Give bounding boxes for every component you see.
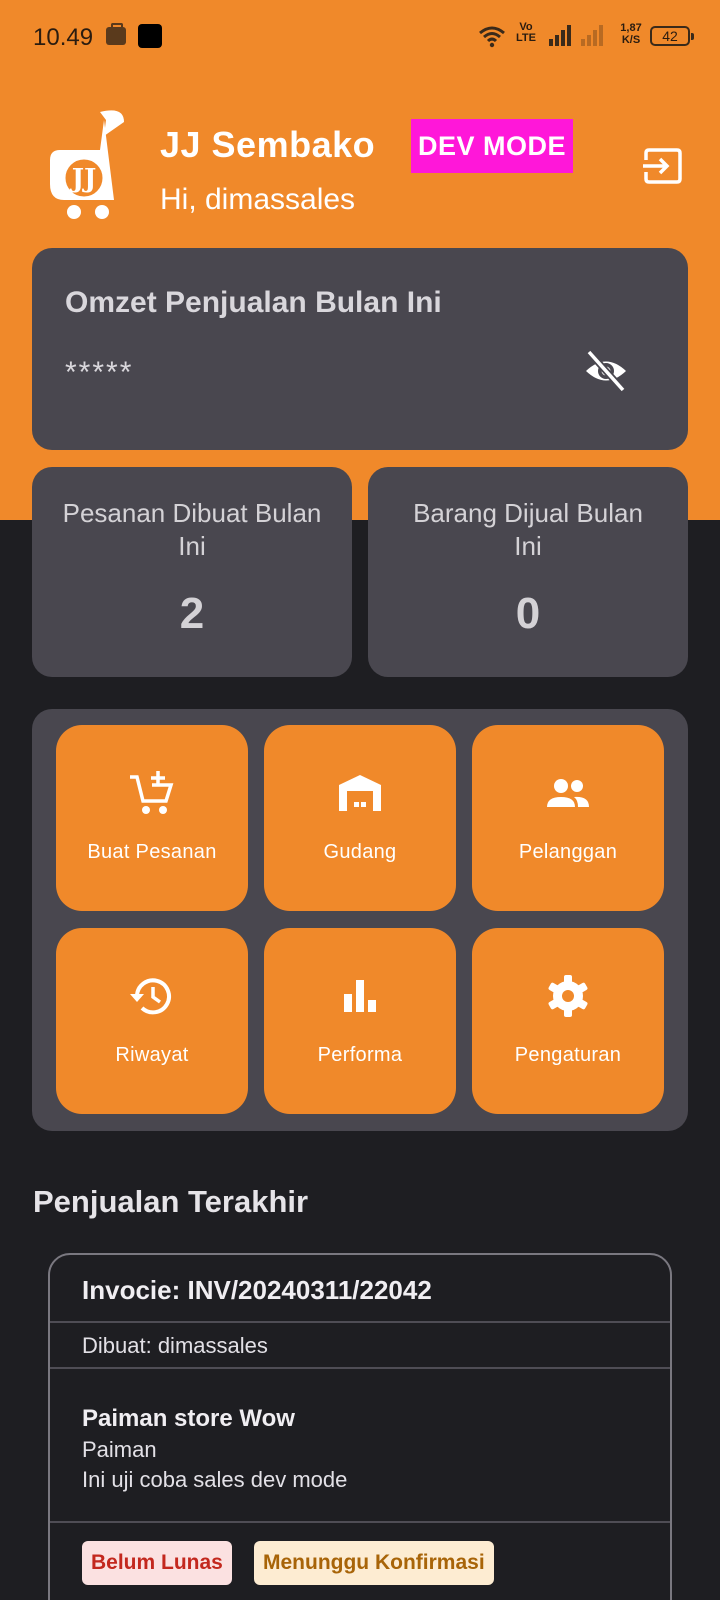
- menu-label: Pengaturan: [514, 1044, 622, 1066]
- dev-mode-badge: DEV MODE: [411, 119, 573, 173]
- menu-customers-button[interactable]: Pelanggan: [472, 725, 664, 911]
- stat-card-orders: Pesanan Dibuat Bulan Ini 2: [32, 467, 352, 677]
- invoice-number: Invocie: INV/20240311/22042: [82, 1275, 432, 1305]
- app-title: JJ Sembako: [160, 124, 376, 165]
- menu-history-button[interactable]: Riwayat: [56, 928, 248, 1114]
- customer-owner-name: Paiman: [82, 1437, 157, 1462]
- greeting-text: Hi, dimassales: [160, 183, 356, 216]
- status-time: 10.49: [33, 24, 94, 51]
- signal-icon-secondary: [581, 25, 603, 46]
- stat-card-items-sold: Barang Dijual Bulan Ini 0: [368, 467, 688, 677]
- customer-store-name: Paiman store Wow: [82, 1405, 295, 1432]
- menu-panel: Buat Pesanan Gudang Pelanggan Riwayat Pe…: [32, 709, 688, 1131]
- briefcase-icon: [106, 23, 126, 45]
- menu-label: Buat Pesanan: [87, 841, 217, 863]
- wifi-icon: [479, 26, 505, 48]
- menu-label: Gudang: [323, 841, 397, 863]
- signal-icon: [549, 25, 571, 46]
- battery-indicator: 42: [650, 26, 694, 46]
- menu-settings-button[interactable]: Pengaturan: [472, 928, 664, 1114]
- add-cart-icon: [130, 771, 174, 814]
- stat-value: 0: [515, 589, 541, 638]
- stat-label: Barang Dijual Bulan Ini: [413, 498, 643, 561]
- svg-text:JJ: JJ: [70, 164, 97, 194]
- menu-label: Riwayat: [115, 1044, 189, 1066]
- invoice-created-by: Dibuat: dimassales: [82, 1333, 268, 1358]
- warehouse-icon: [339, 775, 381, 811]
- status-bar: 10.49 Vo LTE 1,87 K/S 42: [0, 0, 720, 72]
- menu-performance-button[interactable]: Performa: [264, 928, 456, 1114]
- payment-status-badge: Belum Lunas: [82, 1541, 232, 1585]
- bar-chart-icon: [344, 980, 376, 1012]
- history-icon: [130, 978, 171, 1015]
- network-speed: 1,87 K/S: [620, 22, 642, 46]
- gear-icon: [548, 975, 588, 1017]
- logout-icon[interactable]: [643, 146, 683, 186]
- invoice-note: Ini uji coba sales dev mode: [82, 1467, 348, 1492]
- omzet-title: Omzet Penjualan Bulan Ini: [65, 286, 442, 319]
- app-notification-icon: [138, 24, 162, 48]
- menu-create-order-button[interactable]: Buat Pesanan: [56, 725, 248, 911]
- recent-sales-title: Penjualan Terakhir: [33, 1184, 309, 1219]
- menu-warehouse-button[interactable]: Gudang: [264, 725, 456, 911]
- omzet-card: Omzet Penjualan Bulan Ini *****: [32, 248, 688, 450]
- order-status-badge: Menunggu Konfirmasi: [254, 1541, 494, 1585]
- eye-off-icon[interactable]: [583, 348, 629, 394]
- invoice-card[interactable]: Invocie: INV/20240311/22042 Dibuat: dima…: [48, 1253, 672, 1600]
- stat-value: 2: [179, 589, 205, 638]
- stat-label: Pesanan Dibuat Bulan Ini: [62, 498, 322, 561]
- omzet-value: *****: [65, 356, 134, 389]
- people-icon: [547, 779, 589, 807]
- menu-label: Pelanggan: [518, 841, 618, 863]
- menu-label: Performa: [317, 1044, 403, 1066]
- volte-indicator: Vo LTE: [516, 21, 536, 44]
- app-logo: JJ: [50, 110, 124, 219]
